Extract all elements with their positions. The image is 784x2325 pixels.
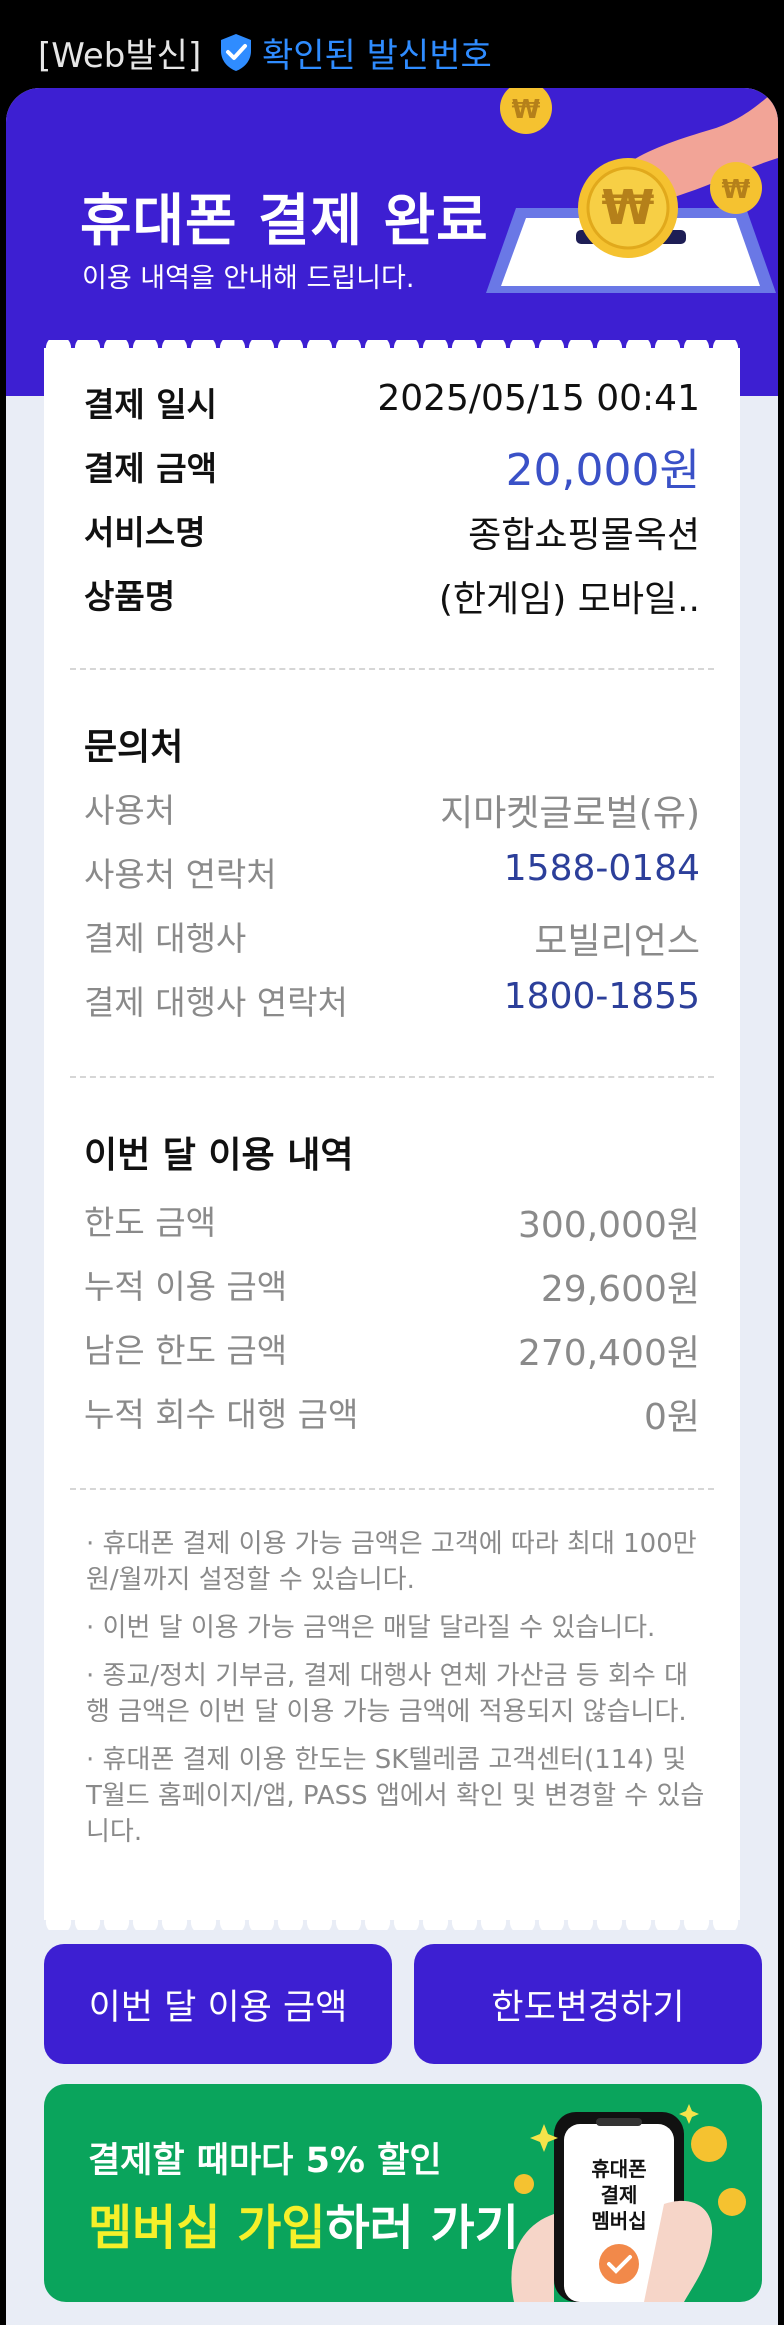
hero-subtitle: 이용 내역을 안내해 드립니다. — [82, 263, 415, 294]
promo-line2: 멤버십 가입하러 가기 — [88, 2188, 519, 2258]
agency-value: 모빌리언스 — [534, 921, 700, 962]
hero-title: 휴대폰 결제 완료 — [80, 189, 489, 254]
merchant-phone-link[interactable]: 1588-0184 — [504, 848, 700, 889]
agency-row: 결제 대행사 모빌리언스 — [44, 912, 740, 962]
product-name-label: 상품명 — [84, 577, 176, 616]
divider — [70, 668, 714, 670]
agency-phone-link[interactable]: 1800-1855 — [504, 976, 700, 1017]
remaining-value: 270,400원 — [518, 1333, 700, 1374]
payment-date-value: 2025/05/15 00:41 — [377, 378, 700, 419]
membership-promo-banner[interactable]: 결제할 때마다 5% 할인 멤버십 가입하러 가기 휴대폰 결제 멤버십 — [44, 2084, 762, 2302]
phone-label-line1: 휴대폰 — [591, 2157, 646, 2181]
monthly-usage-button[interactable]: 이번 달 이용 금액 — [44, 1944, 392, 2064]
agency-phone-label: 결제 대행사 연락처 — [84, 983, 348, 1022]
divider — [70, 1488, 714, 1490]
service-name-row: 서비스명 종합쇼핑몰옥션 — [44, 506, 740, 556]
note-item: · 휴대폰 결제 이용 한도는 SK텔레콤 고객센터(114) 및 T월드 홈페… — [86, 1745, 705, 1847]
divider — [70, 1076, 714, 1078]
remaining-label: 남은 한도 금액 — [84, 1331, 288, 1370]
promo-highlight: 멤버십 가입 — [88, 2200, 326, 2256]
receipt-scallop-top — [44, 340, 740, 360]
product-name-value: (한게임) 모바일.. — [438, 579, 700, 620]
used-label: 누적 이용 금액 — [84, 1267, 288, 1306]
payment-amount-label: 결제 금액 — [84, 449, 217, 488]
payment-amount-value: 20,000원 — [505, 445, 700, 496]
message-card: 휴대폰 결제 완료 이용 내역을 안내해 드립니다. ₩ ₩ ₩ 결제 일시 2… — [6, 88, 778, 2325]
shield-check-icon — [221, 34, 251, 71]
used-row: 누적 이용 금액 29,600원 — [44, 1260, 740, 1310]
svg-text:₩: ₩ — [602, 180, 655, 236]
sender-bar: [Web발신] 확인된 발신번호 — [0, 0, 784, 86]
contact-section-title: 문의처 — [84, 727, 184, 768]
limit-row: 한도 금액 300,000원 — [44, 1196, 740, 1246]
note-item: · 이번 달 이용 가능 금액은 매달 달라질 수 있습니다. — [86, 1613, 656, 1643]
svg-text:₩: ₩ — [512, 95, 541, 125]
phone-label-line2: 결제 — [601, 2183, 638, 2207]
service-name-value: 종합쇼핑몰옥션 — [468, 515, 700, 556]
merchant-phone-label: 사용처 연락처 — [84, 855, 277, 894]
payment-amount-row: 결제 금액 20,000원 — [44, 442, 740, 496]
membership-phone-illustration: 휴대폰 결제 멤버십 — [511, 2104, 746, 2302]
verified-sender-label: 확인된 발신번호 — [262, 36, 492, 76]
svg-text:₩: ₩ — [722, 175, 751, 205]
payment-date-row: 결제 일시 2025/05/15 00:41 — [44, 378, 740, 426]
coin-payment-illustration: ₩ ₩ ₩ — [486, 88, 778, 293]
change-limit-button[interactable]: 한도변경하기 — [414, 1944, 762, 2064]
notes-list: · 휴대폰 결제 이용 가능 금액은 고객에 따라 최대 100만원/월까지 설… — [86, 1526, 706, 1862]
used-value: 29,600원 — [540, 1269, 700, 1310]
usage-section-title: 이번 달 이용 내역 — [84, 1135, 354, 1176]
limit-value: 300,000원 — [518, 1205, 700, 1246]
receipt-panel: 결제 일시 2025/05/15 00:41 결제 금액 20,000원 서비스… — [44, 348, 740, 1918]
sender-tag: [Web발신] — [38, 36, 202, 76]
collect-row: 누적 회수 대행 금액 0원 — [44, 1388, 740, 1438]
merchant-label: 사용처 — [84, 791, 176, 830]
remaining-row: 남은 한도 금액 270,400원 — [44, 1324, 740, 1374]
phone-label-line3: 멤버십 — [591, 2209, 646, 2233]
merchant-value: 지마켓글로벌(유) — [440, 793, 700, 834]
agency-phone-row: 결제 대행사 연락처 1800-1855 — [44, 976, 740, 1024]
note-item: · 종교/정치 기부금, 결제 대행사 연체 가산금 등 회수 대행 금액은 이… — [86, 1661, 688, 1727]
limit-label: 한도 금액 — [84, 1203, 216, 1242]
merchant-phone-row: 사용처 연락처 1588-0184 — [44, 848, 740, 896]
receipt-scallop-bottom — [44, 1910, 740, 1930]
collect-label: 누적 회수 대행 금액 — [84, 1395, 359, 1434]
service-name-label: 서비스명 — [84, 513, 206, 552]
payment-date-label: 결제 일시 — [84, 385, 217, 424]
collect-value: 0원 — [643, 1397, 700, 1438]
note-item: · 휴대폰 결제 이용 가능 금액은 고객에 따라 최대 100만원/월까지 설… — [86, 1529, 697, 1595]
agency-label: 결제 대행사 — [84, 919, 247, 958]
merchant-row: 사용처 지마켓글로벌(유) — [44, 784, 740, 834]
product-name-row: 상품명 (한게임) 모바일.. — [44, 570, 740, 620]
promo-line1: 결제할 때마다 5% 할인 — [88, 2141, 442, 2181]
